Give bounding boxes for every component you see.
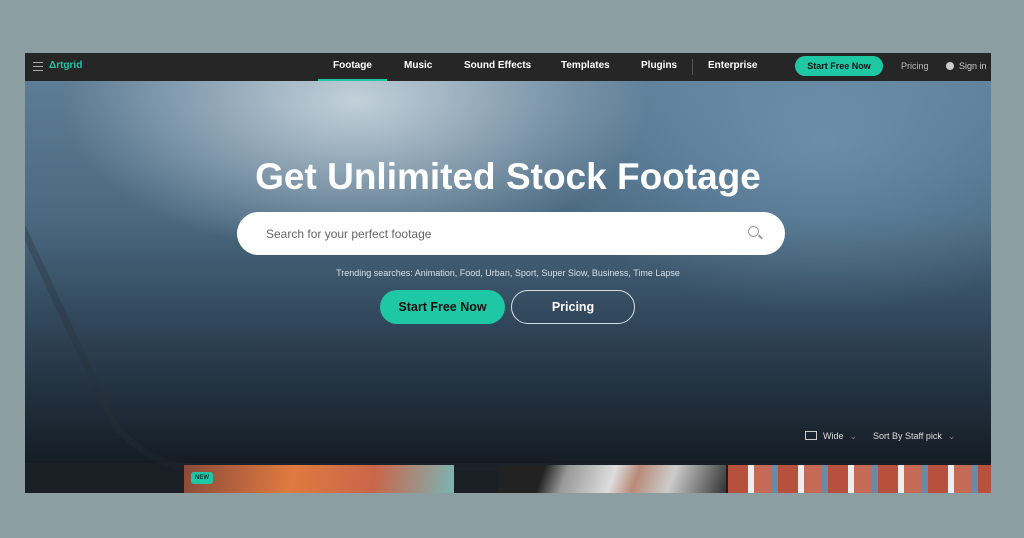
chevron-down-icon: ⌄ — [849, 431, 858, 441]
menu-icon[interactable] — [33, 62, 43, 71]
view-label: Wide — [823, 431, 844, 441]
footage-thumbnail[interactable] — [498, 465, 726, 493]
footage-thumbnail[interactable] — [728, 465, 991, 493]
sign-in-link[interactable]: Sign in — [946, 61, 987, 71]
footage-thumbnail[interactable]: NEW — [184, 465, 454, 493]
nav-enterprise[interactable]: Enterprise — [708, 53, 757, 81]
nav-start-free-button[interactable]: Start Free Now — [795, 56, 883, 76]
view-toggle[interactable]: Wide ⌄ — [805, 431, 857, 442]
wide-view-icon — [805, 431, 817, 440]
chevron-down-icon: ⌄ — [947, 431, 956, 441]
nav-footage[interactable]: Footage — [318, 53, 387, 81]
nav-templates[interactable]: Templates — [561, 53, 610, 81]
nav-music[interactable]: Music — [404, 53, 432, 81]
sort-label: Sort By Staff pick — [873, 431, 942, 441]
nav-plugins[interactable]: Plugins — [641, 53, 677, 81]
search-placeholder: Search for your perfect footage — [266, 227, 432, 241]
new-badge: NEW — [191, 472, 213, 484]
hero-title: Get Unlimited Stock Footage — [255, 156, 761, 197]
hero: Get Unlimited Stock Footage Search for y… — [25, 81, 991, 471]
sign-in-label: Sign in — [959, 61, 987, 71]
pricing-button[interactable]: Pricing — [511, 290, 635, 324]
start-free-button[interactable]: Start Free Now — [380, 290, 505, 324]
nav-pricing-link[interactable]: Pricing — [901, 61, 929, 71]
top-nav: Δrtgrid Footage Music Sound Effects Temp… — [25, 53, 991, 81]
user-icon — [946, 62, 954, 70]
browser-frame: Δrtgrid Footage Music Sound Effects Temp… — [25, 53, 991, 493]
search-input[interactable]: Search for your perfect footage — [237, 212, 785, 255]
nav-divider — [692, 59, 693, 75]
search-icon[interactable] — [748, 226, 759, 237]
logo[interactable]: Δrtgrid — [49, 60, 82, 71]
sort-dropdown[interactable]: Sort By Staff pick ⌄ — [873, 431, 955, 442]
nav-sound-effects[interactable]: Sound Effects — [464, 53, 531, 81]
trending-searches: Trending searches: Animation, Food, Urba… — [336, 268, 680, 278]
